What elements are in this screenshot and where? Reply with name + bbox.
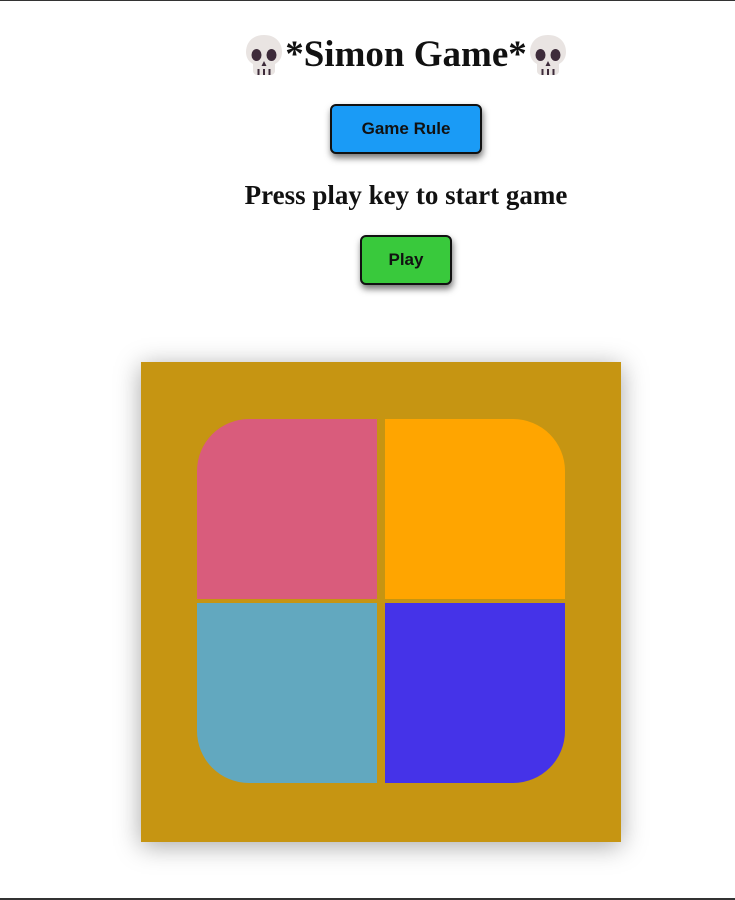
game-board xyxy=(141,362,621,842)
game-status-text: Press play key to start game xyxy=(244,180,568,210)
pad-purple[interactable] xyxy=(385,603,565,783)
pad-red[interactable] xyxy=(197,419,377,599)
play-button[interactable]: Play xyxy=(360,235,452,285)
simon-game-page: *Simon Game* Game Rule Press play key to… xyxy=(0,0,735,900)
skull-icon xyxy=(243,33,285,77)
pad-yellow[interactable] xyxy=(385,419,565,599)
page-title: *Simon Game* xyxy=(0,29,735,81)
skull-icon xyxy=(527,33,569,77)
game-rule-button[interactable]: Game Rule xyxy=(330,104,482,154)
title-text: *Simon Game* xyxy=(285,34,527,75)
pad-green[interactable] xyxy=(197,603,377,783)
